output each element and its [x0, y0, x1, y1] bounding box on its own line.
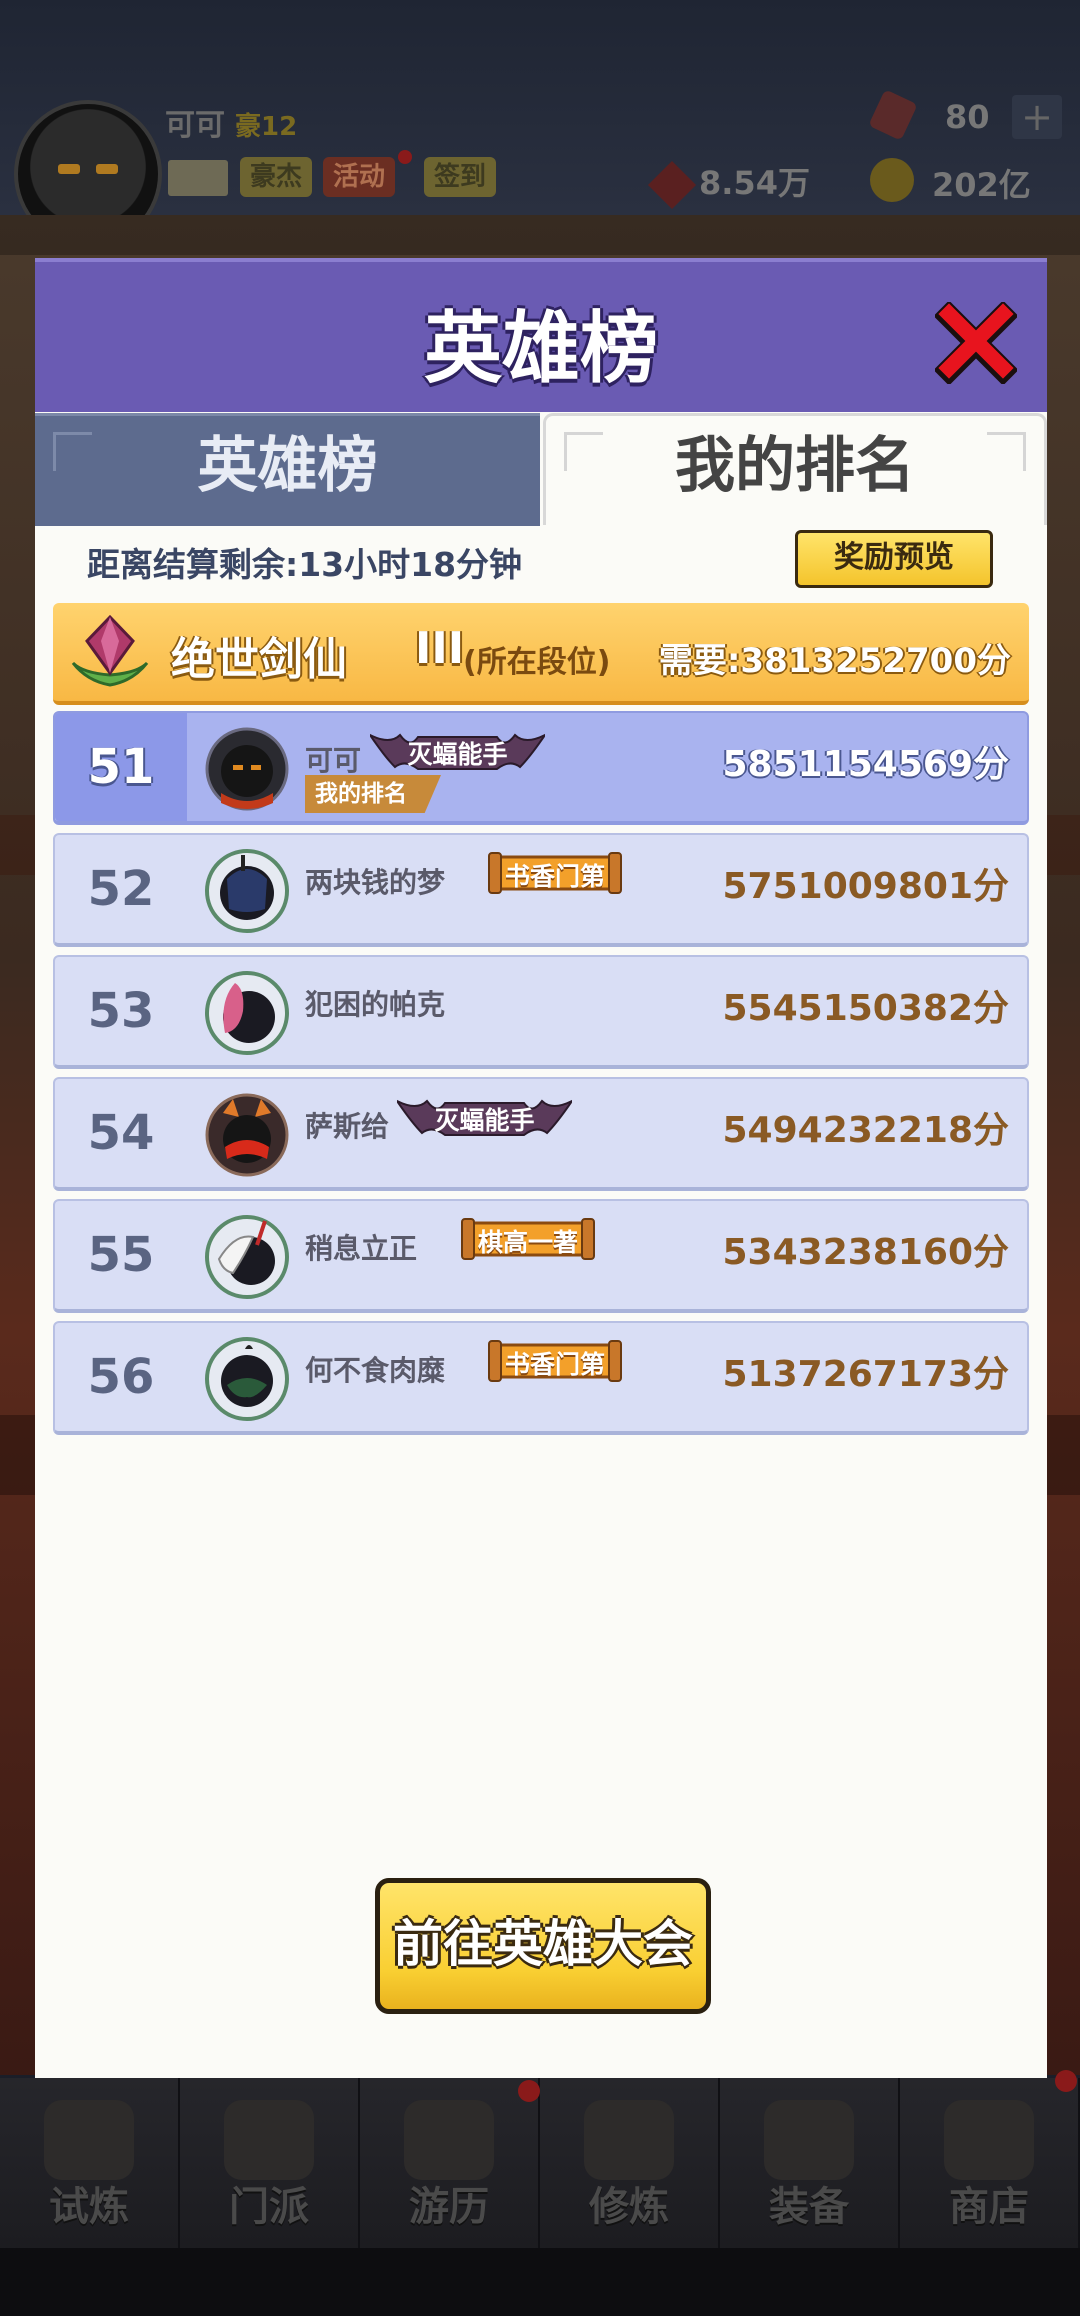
rank-row-51[interactable]: 51 可可 灭蝠能手 我的排名 5851154569分	[53, 711, 1029, 825]
scroll-badge: 书香门第	[487, 1337, 623, 1385]
score: 5851154569分	[722, 744, 1010, 785]
system-bar	[0, 2248, 1080, 2316]
temple-icon	[224, 2100, 314, 2180]
bat-badge: 灭蝠能手	[394, 1093, 575, 1141]
sword-icon	[764, 2100, 854, 2180]
rank-number: 54	[87, 1105, 155, 1161]
score: 5343238160分	[722, 1232, 1010, 1273]
shop-icon	[944, 2100, 1034, 2180]
tab-corner-deco	[53, 432, 92, 471]
player-name: 萨斯给	[305, 1110, 390, 1143]
avatar	[205, 727, 289, 811]
book-icon	[584, 2100, 674, 2180]
tab-leaderboard[interactable]: 英雄榜	[35, 413, 540, 526]
player-name: 两块钱的梦	[305, 866, 446, 899]
reward-preview-button[interactable]: 奖励预览	[795, 530, 993, 588]
player-name: 可可	[305, 744, 362, 777]
avatar	[205, 1215, 289, 1299]
avatar	[205, 971, 289, 1055]
tier-requirement: 需要:3813252700分	[658, 641, 1011, 681]
avatar	[205, 849, 289, 933]
current-tier-bar: 绝世剑仙 III (所在段位) 需要:3813252700分	[53, 603, 1029, 705]
rank-number: 55	[87, 1227, 155, 1283]
nav-sect[interactable]: 门派	[180, 2078, 360, 2248]
coin-count: 202亿	[932, 166, 1031, 204]
tab-my-rank[interactable]: 我的排名	[543, 413, 1047, 525]
hud-button-heroes[interactable]: 豪杰	[240, 157, 313, 197]
nav-equipment[interactable]: 装备	[720, 2078, 900, 2248]
rank-row-56[interactable]: 56 何不食肉糜 书香门第 5137267173分	[53, 1321, 1029, 1435]
scroll-badge: 棋高一著	[460, 1215, 596, 1263]
rank-number: 56	[87, 1349, 155, 1405]
close-icon[interactable]	[935, 302, 1017, 384]
scroll-badge: 书香门第	[487, 849, 623, 897]
hud-button-signin[interactable]: 签到	[424, 157, 497, 197]
mail-icon[interactable]	[168, 160, 228, 196]
tab-corner-deco	[987, 432, 1026, 471]
rank-number: 53	[87, 983, 155, 1039]
avatar	[205, 1093, 289, 1177]
rank-row-54[interactable]: 54 萨斯给 灭蝠能手 5494232218分	[53, 1077, 1029, 1191]
player-name: 稍息立正	[305, 1232, 418, 1265]
nav-cultivate[interactable]: 修炼	[540, 2078, 720, 2248]
my-rank-tag: 我的排名	[305, 775, 441, 813]
gem-count: 80	[945, 98, 990, 136]
player-name: 犯困的帕克	[305, 988, 446, 1021]
gem-icon	[868, 89, 918, 141]
rank-row-52[interactable]: 52 两块钱的梦 书香门第 5751009801分	[53, 833, 1029, 947]
nav-shop[interactable]: 商店	[900, 2078, 1080, 2248]
tier-gem-icon	[71, 614, 149, 687]
coin-icon	[870, 158, 914, 202]
leaderboard-dialog: 英雄榜 英雄榜 我的排名 距离结算剩余:13小时18分钟 奖励预览 绝世剑仙 I…	[35, 258, 1047, 2078]
ninja-icon	[44, 2100, 134, 2180]
notification-dot	[1055, 2070, 1077, 2092]
avatar	[205, 1337, 289, 1421]
rank-row-55[interactable]: 55 稍息立正 棋高一著 5343238160分	[53, 1199, 1029, 1313]
mountain-icon	[404, 2100, 494, 2180]
bat-badge: 灭蝠能手	[367, 727, 548, 775]
tab-corner-deco	[564, 432, 603, 471]
score: 5545150382分	[722, 988, 1010, 1029]
hud-button-events[interactable]: 活动	[323, 157, 396, 197]
add-gems-button[interactable]: +	[1012, 95, 1062, 139]
bottom-navigation: 试炼 门派 游历 修炼 装备 商店	[0, 2078, 1080, 2248]
notification-dot	[398, 150, 412, 164]
rank-number: 52	[87, 861, 155, 917]
score: 5137267173分	[722, 1354, 1010, 1395]
tier-level: III	[415, 623, 465, 674]
tab-bar: 英雄榜 我的排名	[35, 413, 1047, 526]
rank-number: 51	[87, 739, 155, 795]
goto-hero-conference-button[interactable]: 前往英雄大会	[375, 1878, 711, 2014]
nav-travel[interactable]: 游历	[360, 2078, 540, 2248]
player-name: 可可 豪12	[165, 108, 298, 143]
dialog-title: 英雄榜	[423, 304, 658, 394]
notification-dot	[518, 2080, 540, 2102]
tier-note: (所在段位)	[463, 645, 611, 680]
score: 5751009801分	[722, 866, 1010, 907]
score: 5494232218分	[722, 1110, 1010, 1151]
tier-name: 绝世剑仙	[171, 634, 347, 685]
top-hud: 可可 豪12 豪杰 活动 签到 80 + 8.54万 202亿	[0, 0, 1080, 248]
player-name: 何不食肉糜	[305, 1354, 446, 1387]
dialog-header: 英雄榜	[35, 258, 1047, 412]
power-value: 8.54万	[647, 158, 810, 210]
settlement-countdown: 距离结算剩余:13小时18分钟	[87, 545, 523, 584]
rank-row-53[interactable]: 53 犯困的帕克 5545150382分	[53, 955, 1029, 1069]
nav-trial[interactable]: 试炼	[0, 2078, 180, 2248]
